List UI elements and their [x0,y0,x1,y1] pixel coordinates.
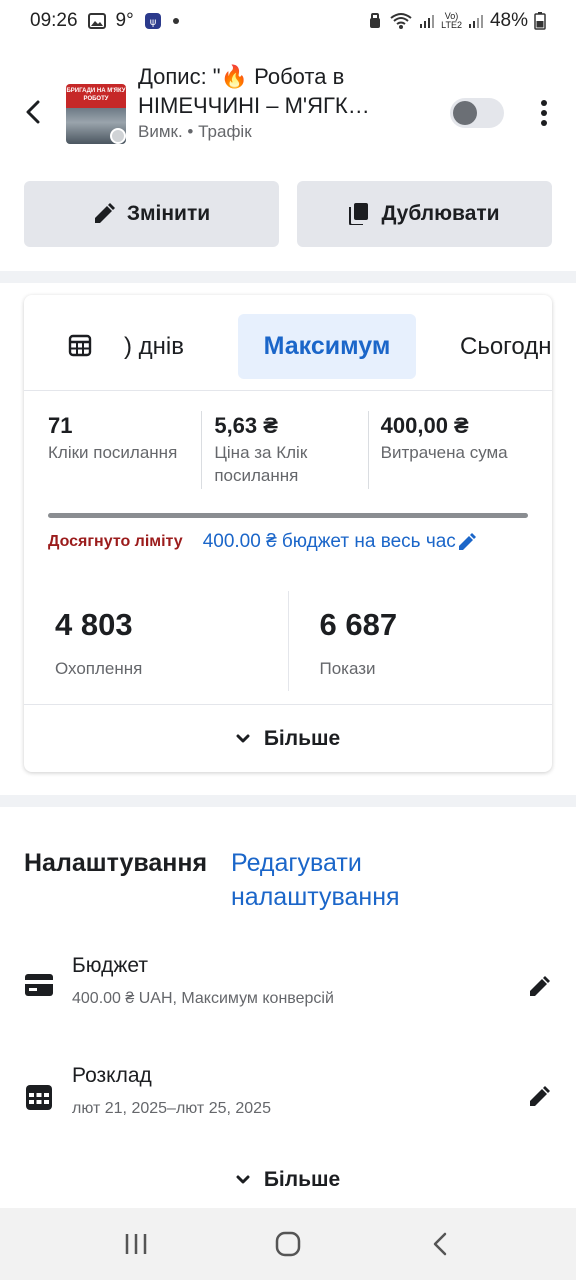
duplicate-button-label: Дублювати [381,202,500,225]
battery-icon [534,12,546,30]
metric-value: 400,00 ₴ [380,413,469,438]
edit-button[interactable]: Змінити [24,181,279,247]
stat-reach: 4 803 Охоплення [24,591,288,691]
pencil-icon[interactable] [524,972,554,1002]
toggle-knob [453,101,477,125]
wifi-icon [389,12,413,30]
tab-maximum[interactable]: Максимум [238,314,416,379]
tab-today[interactable]: Сьогодні [460,333,552,361]
ad-title-line2: НІМЕЧЧИНІ – М'ЯГК… [138,93,370,118]
recents-icon [125,1234,147,1254]
stats-card: ) днів Максимум Сьогодні 71 Кліки посила… [24,295,552,772]
calendar-icon [68,334,92,357]
calendar-icon [24,1082,54,1112]
lte-icon: Vo) LTE2 [441,12,462,30]
tab-calendar[interactable] [68,333,92,357]
action-buttons: Змінити Дублювати [24,181,552,247]
gallery-notification-icon [87,13,106,29]
section-divider [0,795,576,807]
pencil-icon[interactable] [524,1082,554,1112]
card-more-button[interactable]: Більше [24,704,552,772]
metrics-row: 71 Кліки посилання 5,63 ₴ Ціна за Клік п… [48,411,534,489]
metric-label: Кліки посилання [48,443,178,462]
date-range-tabs: ) днів Максимум Сьогодні [24,295,552,391]
status-time: 09:26 [30,10,78,31]
stat-label: Охоплення [55,659,143,678]
signal-icon [419,13,435,29]
app-notification-icon: ψ [144,12,162,30]
metric-value: 5,63 ₴ [214,413,278,438]
setting-name: Бюджет [72,954,148,977]
more-vertical-icon [541,100,547,126]
stat-value: 4 803 [55,607,133,642]
chevron-left-icon [26,100,40,124]
edit-button-label: Змінити [126,202,211,225]
recent-apps-button[interactable] [106,1214,166,1274]
metric-label: Витрачена сума [380,443,508,462]
chevron-down-icon [236,1175,250,1184]
metric-value: 71 [48,413,73,438]
ad-status: Вимк. [138,122,183,141]
stat-impressions: 6 687 Покази [287,591,553,691]
budget-link[interactable]: 400.00 ₴ бюджет на весь час [203,531,456,553]
setting-name: Розклад [72,1064,152,1087]
home-button[interactable] [258,1214,318,1274]
tab-days[interactable]: ) днів [124,333,184,361]
ad-title: Допис: "🔥 Робота в НІМЕЧЧИНІ – М'ЯГК… [138,62,438,120]
subtitle-separator: • [187,122,199,141]
home-icon [275,1231,301,1257]
settings-title: Налаштування [24,849,208,877]
ad-title-line1: Допис: "🔥 Робота в [138,64,345,89]
copy-icon [349,203,369,225]
metric-label: Ціна за Клік посилання [214,443,308,485]
ad-subtitle: Вимк. • Трафік [138,122,252,142]
status-bar: 09:26 9° ψ Vo) LTE2 48% [0,0,576,42]
back-button[interactable] [18,92,48,132]
system-back-button[interactable] [410,1214,470,1274]
status-dot [110,128,126,144]
ad-header: БРИГАДИ НА М'ЯКУ РОБОТУ Допис: "🔥 Робота… [0,56,576,166]
setting-schedule[interactable]: Розклад лют 21, 2025–лют 25, 2025 [24,1064,552,1134]
metric-amount-spent: 400,00 ₴ Витрачена сума [367,411,534,489]
alarm-icon [367,12,383,30]
back-icon [433,1232,447,1256]
dot-notification-icon [172,17,180,25]
limit-reached-text: Досягнуто ліміту [48,533,183,550]
card-icon [24,972,54,1002]
section-divider [0,271,576,283]
duplicate-button[interactable]: Дублювати [297,181,552,247]
card-more-label: Більше [263,726,341,750]
more-options-button[interactable] [530,96,558,130]
edit-settings-link[interactable]: Редагувати налаштування [231,846,491,914]
svg-text:ψ: ψ [149,17,156,28]
settings-more-button[interactable]: Більше [0,1160,576,1200]
chevron-down-icon [236,734,250,742]
pencil-icon[interactable] [458,533,476,551]
status-temperature: 9° [115,10,134,31]
thumbnail-banner: БРИГАДИ НА М'ЯКУ РОБОТУ [66,84,126,108]
ad-objective: Трафік [198,122,252,141]
settings-header: Налаштування Редагувати налаштування [24,846,552,918]
ad-toggle[interactable] [450,98,504,128]
setting-budget[interactable]: Бюджет 400.00 ₴ UAH, Максимум конверсій [24,954,552,1024]
system-nav-bar [0,1208,576,1280]
pencil-icon [94,203,115,223]
stat-value: 6 687 [319,607,398,642]
settings-more-label: Більше [263,1168,341,1191]
battery-percent: 48% [489,10,528,31]
stat-label: Покази [319,659,376,678]
lte-label: LTE2 [441,20,462,30]
budget-limit-row: Досягнуто ліміту 400.00 ₴ бюджет на весь… [48,527,534,557]
setting-desc: 400.00 ₴ UAH, Максимум конверсій [72,990,334,1007]
setting-desc: лют 21, 2025–лют 25, 2025 [72,1100,271,1117]
reach-impressions-row: 4 803 Охоплення 6 687 Покази [24,591,552,691]
metric-link-clicks: 71 Кліки посилання [48,411,201,489]
budget-progress-bar [48,513,528,518]
metric-cost-per-click: 5,63 ₴ Ціна за Клік посилання [201,411,367,489]
signal-icon-2 [468,13,484,29]
